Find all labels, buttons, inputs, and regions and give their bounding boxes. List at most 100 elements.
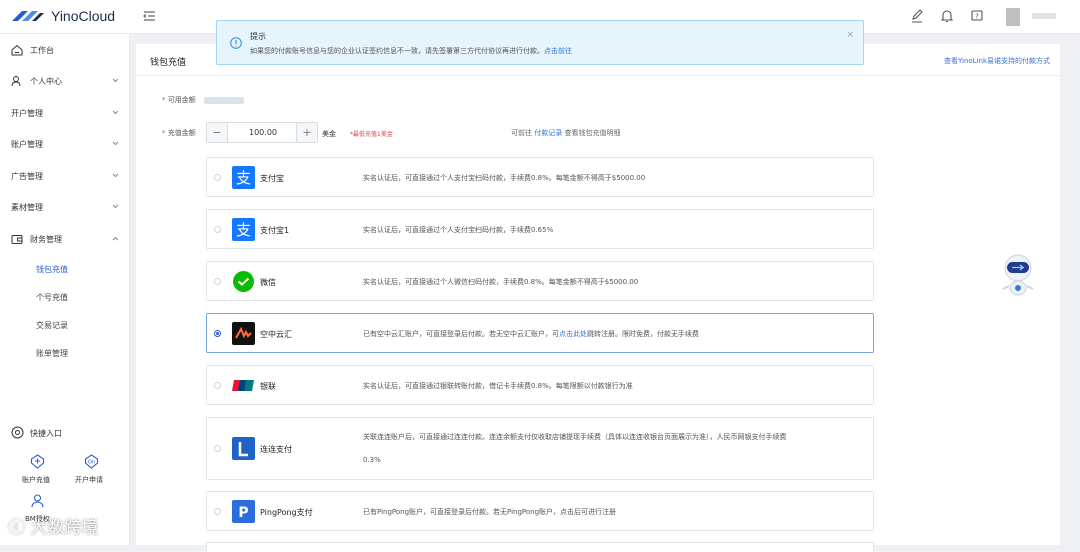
page-title: 钱包充值 (150, 58, 187, 68)
lianlian-pay-icon (232, 437, 255, 460)
wechat-pay-icon (233, 271, 254, 292)
sidebar-item-ad-management[interactable]: 广告管理 (0, 165, 130, 187)
wallet-icon (11, 235, 23, 244)
amount-input[interactable]: 100.00 (228, 123, 298, 142)
radio-button[interactable] (214, 445, 221, 452)
sidebar-item-asset-management[interactable]: 素材管理 (0, 196, 130, 218)
sidebar-item-workbench[interactable]: 工作台 (0, 39, 130, 61)
payment-description: 已有PingPong账户，可直接登录后付款。若无PingPong账户，点击后可进… (363, 508, 617, 516)
home-icon (11, 44, 23, 56)
decrease-button[interactable]: − (207, 123, 228, 142)
amount-stepper[interactable]: − 100.00 + (206, 122, 318, 143)
svg-text:?: ? (975, 13, 979, 21)
quick-item-label[interactable]: 账户充值 (22, 475, 50, 485)
wallet-recharge-card: 钱包充值 查看YinoLink易诺支持的付款方式 * 可用金额 * 充值金额 −… (136, 44, 1060, 552)
radio-button[interactable] (214, 174, 221, 181)
radio-button[interactable] (214, 330, 221, 337)
payment-option-unionpay[interactable]: 银联 实名认证后，可直接通过银联转账付款，借记卡手续费0.8%。每笔限额以付款银… (206, 365, 874, 405)
radio-button[interactable] (214, 278, 221, 285)
payment-description: 实名认证后，可直接通过个人微信扫码付款，手续费0.8%。每笔金额不得高于$500… (363, 278, 639, 286)
edit-icon[interactable] (910, 9, 924, 23)
watermark-text: 大数跨境 (30, 518, 99, 538)
chevron-down-icon (112, 173, 119, 178)
sidebar-item-finance[interactable]: 财务管理 (0, 228, 130, 250)
recharge-amount-label: * 充值金额 (162, 129, 196, 137)
alert-link[interactable]: 点击前往 (544, 47, 572, 55)
sidebar-item-account-management[interactable]: 账户管理 (0, 133, 130, 155)
app-logo[interactable]: YinoCloud (10, 7, 115, 25)
currency-unit: 美金 (322, 130, 336, 138)
help-icon[interactable]: ? (970, 9, 984, 23)
chevron-up-icon (112, 236, 119, 241)
payment-option-alipay[interactable]: 支 支付宝 实名认证后，可直接通过个人支付宝扫码付款，手续费0.8%。每笔金额不… (206, 157, 874, 197)
close-icon[interactable]: × (846, 30, 854, 40)
assistant-robot-icon[interactable] (998, 252, 1038, 300)
sidebar-subitem-bills[interactable]: 账单管理 (36, 348, 68, 359)
airwallex-icon (232, 322, 255, 345)
info-icon (230, 37, 242, 49)
sidebar-item-personal-center[interactable]: 个人中心 (0, 70, 130, 92)
minimum-hint: *最低充值1美金 (350, 131, 393, 138)
sidebar-subitem-transactions[interactable]: 交易记录 (36, 320, 68, 331)
chevron-down-icon (112, 141, 119, 146)
chevron-down-icon (112, 204, 119, 209)
sidebar-label: 工作台 (30, 45, 54, 55)
account-recharge-icon[interactable] (29, 453, 46, 470)
chevron-down-icon (112, 110, 119, 115)
payment-option-partial (206, 542, 874, 552)
payment-name: 支付宝 (260, 174, 284, 183)
payment-description: 实名认证后，可直接通过个人支付宝扫码付款，手续费0.8%。每笔金额不得高于$50… (363, 174, 646, 182)
unionpay-icon (232, 380, 254, 391)
payment-name: 支付宝1 (260, 226, 290, 235)
sidebar-label: 广告管理 (11, 171, 43, 181)
watermark: ⓒ 大数跨境 (8, 513, 98, 538)
user-name-blurred (1032, 13, 1056, 19)
payment-description-line2: 0.3% (363, 456, 381, 464)
radio-button[interactable] (214, 382, 221, 389)
payment-option-lianlian[interactable]: 连连支付 关联连连账户后，可直接通过连连付款。连连余额支付仅收取店铺提现手续费（… (206, 417, 874, 480)
quick-item-label[interactable]: 开户申请 (75, 475, 103, 485)
sidebar-subitem-personal-recharge[interactable]: 个号充值 (36, 292, 68, 303)
payment-name: 银联 (260, 382, 276, 391)
radio-button[interactable] (214, 226, 221, 233)
payment-option-pingpong[interactable]: P PingPong支付 已有PingPong账户，可直接登录后付款。若无Pin… (206, 491, 874, 531)
quick-entry-icon (11, 426, 24, 439)
airwallex-register-link[interactable]: 点击此处 (559, 330, 587, 338)
sidebar-label: 素材管理 (11, 202, 43, 212)
bell-icon[interactable] (940, 9, 954, 23)
user-avatar[interactable] (1006, 8, 1020, 26)
payment-description: 实名认证后，可直接通过个人支付宝扫码付款，手续费0.65% (363, 226, 554, 234)
sidebar-label: 个人中心 (30, 76, 62, 86)
notice-alert: 提示 如果您的付款账号信息与您的企业认证签约信息不一致，请先签署第三方代付协议再… (216, 20, 864, 65)
payment-option-alipay-1[interactable]: 支 支付宝1 实名认证后，可直接通过个人支付宝扫码付款，手续费0.65% (206, 209, 874, 249)
svg-text:支: 支 (236, 221, 251, 239)
payment-option-airwallex[interactable]: 空中云汇 已有空中云汇账户，可直接登录后付款。若无空中云汇账户，可点击此处跳转注… (206, 313, 874, 353)
alert-message: 如果您的付款账号信息与您的企业认证签约信息不一致，请先签署第三方代付协议再进行付… (250, 47, 572, 55)
available-amount-label: * 可用金额 (162, 96, 196, 104)
bm-authorize-icon[interactable] (29, 492, 46, 509)
payment-description: 关联连连账户后，可直接通过连连付款。连连余额支付仅收取店铺提现手续费（具体以连连… (363, 433, 787, 441)
sidebar-item-account-opening[interactable]: 开户管理 (0, 102, 130, 124)
record-hint: 可前往 付款记录 查看钱包充值明细 (511, 129, 621, 137)
svg-text:支: 支 (236, 169, 251, 187)
divider (136, 75, 1060, 76)
chevron-down-icon (112, 78, 119, 83)
sidebar-subitem-wallet-recharge[interactable]: 钱包充值 (36, 264, 68, 275)
app-name: YinoCloud (51, 8, 116, 24)
payment-name: 空中云汇 (260, 330, 292, 339)
payment-description: 实名认证后，可直接通过银联转账付款，借记卡手续费0.8%。每笔限额以付款银行为准 (363, 382, 633, 390)
sidebar-label: 账户管理 (11, 139, 43, 149)
account-open-icon[interactable]: On (83, 453, 100, 470)
alipay-icon: 支 (232, 166, 255, 189)
supported-methods-link[interactable]: 查看YinoLink易诺支持的付款方式 (944, 56, 1050, 66)
quick-entry-label: 快捷入口 (30, 429, 62, 438)
sidebar-label: 开户管理 (11, 108, 43, 118)
menu-collapse-icon[interactable] (143, 10, 156, 22)
alipay-icon: 支 (232, 218, 255, 241)
radio-button[interactable] (214, 508, 221, 515)
sidebar-label: 财务管理 (30, 234, 62, 244)
payment-record-link[interactable]: 付款记录 (534, 129, 562, 137)
available-amount-value-blurred (204, 97, 244, 104)
increase-button[interactable]: + (296, 123, 317, 142)
payment-option-wechat[interactable]: 微信 实名认证后，可直接通过个人微信扫码付款，手续费0.8%。每笔金额不得高于$… (206, 261, 874, 301)
